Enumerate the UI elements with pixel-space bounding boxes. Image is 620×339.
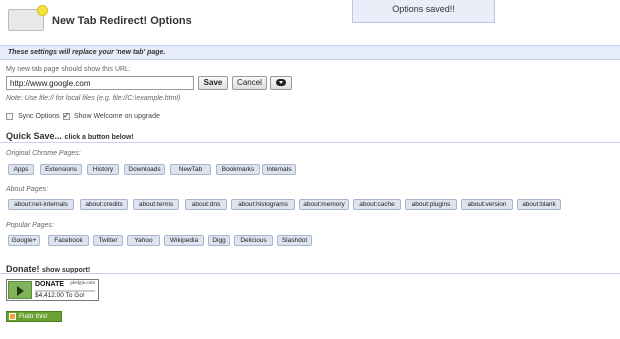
quick-save-about-terms-button[interactable]: about:terms: [133, 199, 179, 210]
quick-save-internals-button[interactable]: Internals: [262, 164, 296, 175]
page-title: New Tab Redirect! Options: [52, 15, 192, 27]
quick-save-title: Quick Save... click a button below!: [6, 131, 134, 141]
quick-save-about-net-internals-button[interactable]: about:net-internals: [8, 199, 74, 210]
group-label-about: About Pages:: [6, 186, 49, 193]
cloud-icon: [276, 79, 286, 86]
group-label-chrome: Original Chrome Pages:: [6, 150, 81, 157]
section-divider: [0, 142, 620, 143]
group-label-popular: Popular Pages:: [6, 222, 54, 229]
pledgie-brand: pledgie.com: [70, 281, 95, 286]
header: New Tab Redirect! Options Options saved!…: [0, 0, 620, 44]
quick-save-bookmarks-button[interactable]: Bookmarks: [216, 164, 260, 175]
quick-save-about-memory-button[interactable]: about:memory: [299, 199, 349, 210]
quick-save-about-plugins-button[interactable]: about:plugins: [405, 199, 457, 210]
quick-save-facebook-button[interactable]: Facebook: [48, 235, 89, 246]
quick-save-newtab-button[interactable]: NewTab: [170, 164, 211, 175]
quick-save-history-button[interactable]: History: [87, 164, 119, 175]
quick-save-about-dns-button[interactable]: about:dns: [185, 199, 227, 210]
quick-save-about-blank-button[interactable]: about:blank: [517, 199, 561, 210]
app-logo: [8, 5, 48, 31]
url-note: Note: Use file:// for local files (e.g. …: [6, 95, 181, 102]
quick-save-about-credits-button[interactable]: about:credits: [80, 199, 128, 210]
pledgie-donate-button[interactable]: DONATE pledgie.com $4,412.00 To Go!: [6, 279, 99, 301]
quick-save-slashdot-button[interactable]: Slashdot: [277, 235, 312, 246]
sync-options-label: Sync Options: [18, 113, 60, 120]
flattr-label: Flattr this!: [19, 313, 48, 320]
show-welcome-checkbox[interactable]: [63, 111, 70, 120]
quick-save-wikipedia-button[interactable]: Wikipedia: [164, 235, 204, 246]
quick-save-apps-button[interactable]: Apps: [8, 164, 34, 175]
quick-save-about-cache-button[interactable]: about:cache: [353, 199, 401, 210]
cancel-button[interactable]: Cancel: [232, 76, 267, 90]
cloud-sync-button[interactable]: [270, 76, 292, 90]
quick-save-digg-button[interactable]: Digg: [208, 235, 230, 246]
quick-save-delicious-button[interactable]: Delicious: [234, 235, 273, 246]
quick-save-extensions-button[interactable]: Extensions: [40, 164, 82, 175]
url-input[interactable]: [6, 76, 194, 90]
quick-save-google--button[interactable]: Google+: [8, 235, 40, 246]
quick-save-heading: Quick Save...: [6, 131, 63, 141]
quick-save-subtitle: click a button below!: [64, 134, 134, 141]
donate-amount: $4,412.00 To Go!: [35, 292, 85, 299]
section-divider: [0, 273, 620, 274]
show-welcome-label: Show Welcome on upgrade: [74, 113, 160, 120]
quick-save-about-histograms-button[interactable]: about:histograms: [231, 199, 295, 210]
quick-save-twitter-button[interactable]: Twitter: [93, 235, 123, 246]
donate-button-label: DONATE: [35, 281, 65, 288]
flattr-icon: [9, 313, 16, 320]
quick-save-downloads-button[interactable]: Downloads: [124, 164, 165, 175]
sync-options-checkbox[interactable]: [6, 113, 13, 120]
info-banner: These settings will replace your 'new ta…: [0, 45, 620, 60]
play-icon: [8, 281, 32, 299]
url-label: My new tab page should show this URL:: [6, 66, 131, 73]
flattr-button[interactable]: Flattr this!: [6, 311, 62, 322]
save-status-message: Options saved!!: [352, 0, 495, 23]
quick-save-about-version-button[interactable]: about:version: [461, 199, 513, 210]
quick-save-yahoo-button[interactable]: Yahoo: [127, 235, 160, 246]
save-button[interactable]: Save: [198, 76, 228, 90]
